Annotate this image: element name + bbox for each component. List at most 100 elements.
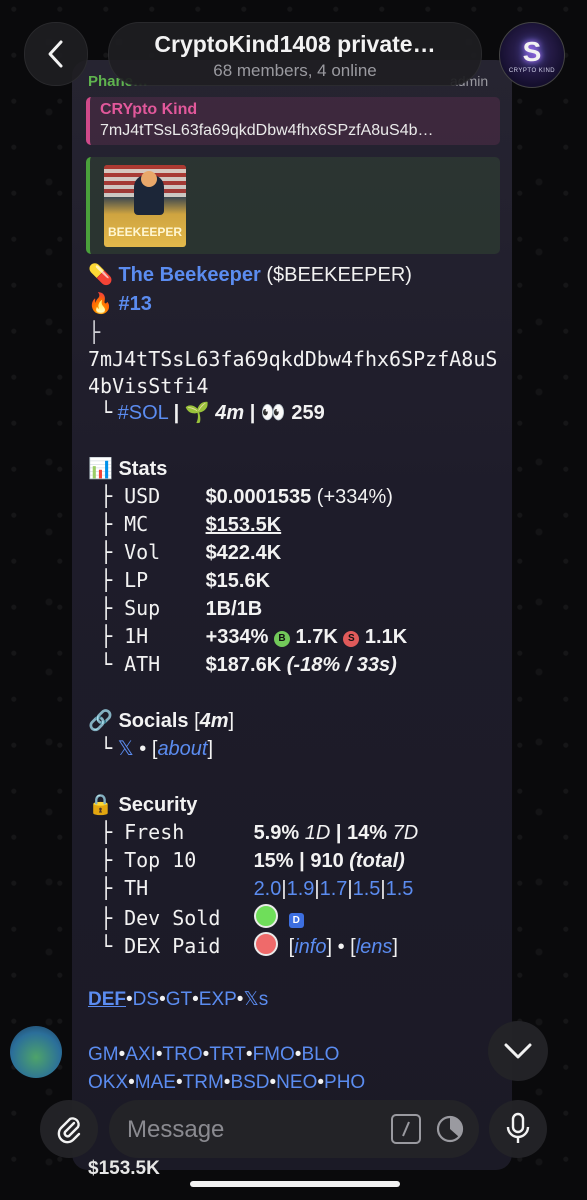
poster-head xyxy=(141,171,157,187)
token-title-line: 💊 The Beekeeper ($BEEKEEPER) xyxy=(88,262,412,287)
contract-address-line2[interactable]: 4bVisStfi4 xyxy=(88,374,208,398)
volume: $422.4K xyxy=(205,542,282,564)
rank-link[interactable]: #13 xyxy=(118,293,151,315)
link-blo[interactable]: BLO xyxy=(301,1044,339,1065)
command-icon[interactable] xyxy=(391,1114,421,1144)
socials-heading: 🔗 Socials [4m] xyxy=(88,710,235,732)
link-trm[interactable]: TRM xyxy=(183,1072,224,1093)
hour-change: +334% xyxy=(205,626,269,648)
chat-subtitle: 68 members, 4 online xyxy=(213,61,377,80)
link-def[interactable]: DEF xyxy=(88,989,126,1010)
top10-total: 910 xyxy=(310,850,344,872)
top10-row: ├ Top 10 15% | 910 (total) xyxy=(100,848,405,872)
th-link-4[interactable]: 1.5 xyxy=(353,878,381,900)
x-icon[interactable]: 𝕏 xyxy=(118,738,134,760)
fresh-7d: 14% xyxy=(347,822,388,844)
th-link-1[interactable]: 2.0 xyxy=(254,878,282,900)
eyes-icon: 👀 xyxy=(260,402,286,424)
microphone-button[interactable] xyxy=(489,1100,547,1158)
security-heading: 🔒 Security xyxy=(88,792,197,817)
back-button[interactable] xyxy=(24,22,88,86)
fresh-row: ├ Fresh 5.9% 1D | 14% 7D xyxy=(100,820,419,844)
info-link[interactable]: info xyxy=(294,936,326,958)
link-fmo[interactable]: FMO xyxy=(253,1044,295,1065)
security-title: Security xyxy=(118,794,198,816)
ath-value: $187.6K xyxy=(205,654,282,676)
poster-title: BEEKEEPER xyxy=(107,225,183,239)
link-preview[interactable]: BEEKEEPER xyxy=(86,157,500,254)
link-pho[interactable]: PHO xyxy=(324,1072,365,1093)
th-link-3[interactable]: 1.7 xyxy=(320,878,348,900)
next-message-preview: $153.5K xyxy=(88,1158,160,1179)
buys-count: 1.7K xyxy=(295,626,338,648)
vol-row: ├ Vol $422.4K xyxy=(100,540,282,564)
link-neo[interactable]: NEO xyxy=(276,1072,317,1093)
link-icon: 🔗 xyxy=(88,710,113,732)
links-row-1: DEF•DS•GT•EXP•𝕏s xyxy=(88,989,269,1010)
stats-title: Stats xyxy=(118,458,168,480)
reply-text: 7mJ4tTSsL63fa69qkdDbw4fhx6SPzfA8uS4b… xyxy=(100,122,434,139)
dev-sold-row: ├ Dev Sold D xyxy=(100,904,304,931)
link-trt[interactable]: TRT xyxy=(209,1044,246,1065)
about-link[interactable]: about xyxy=(157,738,207,760)
link-axi[interactable]: AXI xyxy=(125,1044,156,1065)
lock-icon: 🔒 xyxy=(88,794,113,816)
mc-row: ├ MC $153.5K xyxy=(100,512,282,536)
stats-heading: 📊 Stats xyxy=(88,456,167,481)
link-bsd[interactable]: BSD xyxy=(230,1072,269,1093)
group-avatar-logo: S xyxy=(522,36,542,67)
pill-icon: 💊 xyxy=(88,264,113,286)
token-image[interactable]: BEEKEEPER xyxy=(104,165,186,247)
th-link-2[interactable]: 1.9 xyxy=(287,878,315,900)
hour-row: ├ 1H +334% B 1.7K S 1.1K xyxy=(100,624,408,648)
link-okx[interactable]: OKX xyxy=(88,1072,128,1093)
chevron-left-icon xyxy=(48,40,63,68)
link-ds[interactable]: DS xyxy=(133,989,159,1010)
scroll-down-button[interactable] xyxy=(488,1021,548,1081)
supply: 1B/1B xyxy=(205,598,263,620)
group-avatar[interactable]: S CRYPTO KIND xyxy=(499,22,565,88)
group-avatar-caption: CRYPTO KIND xyxy=(508,68,556,74)
dex-paid-row: └ DEX Paid [info] • [lens] xyxy=(100,932,398,958)
sells-count: 1.1K xyxy=(364,626,408,648)
buys-icon: B xyxy=(273,631,290,647)
dev-badge-icon[interactable]: D xyxy=(288,913,304,928)
link-xs[interactable]: 𝕏s xyxy=(243,989,268,1010)
links-row-3: OKX•MAE•TRM•BSD•NEO•PHO xyxy=(88,1072,366,1093)
th-row: ├ TH 2.0|1.9|1.7|1.5|1.5 xyxy=(100,876,414,900)
token-name-link[interactable]: The Beekeeper xyxy=(118,264,260,286)
bar-chart-icon: 📊 xyxy=(88,458,113,480)
link-gt[interactable]: GT xyxy=(166,989,192,1010)
chevron-down-icon xyxy=(504,1043,532,1059)
link-gm[interactable]: GM xyxy=(88,1044,119,1065)
red-circle-icon xyxy=(253,932,278,956)
holders-count: 259 xyxy=(291,402,325,424)
th-link-5[interactable]: 1.5 xyxy=(386,878,414,900)
chat-header[interactable]: CryptoKind1408 private… 68 members, 4 on… xyxy=(108,22,482,86)
lp-row: ├ LP $15.6K xyxy=(100,568,271,592)
reply-quote[interactable]: CRYpto Kind 7mJ4tTSsL63fa69qkdDbw4fhx6SP… xyxy=(86,97,500,145)
lens-link[interactable]: lens xyxy=(356,936,393,958)
usd-change: (+334%) xyxy=(316,486,393,508)
link-tro[interactable]: TRO xyxy=(163,1044,203,1065)
chat-title: CryptoKind1408 private… xyxy=(154,31,436,57)
contract-address-line1[interactable]: 7mJ4tTSsL63fa69qkdDbw4fhx6SPzfA8uS xyxy=(88,347,497,371)
liquidity: $15.6K xyxy=(205,570,271,592)
sells-icon: S xyxy=(343,631,360,647)
link-exp[interactable]: EXP xyxy=(199,989,237,1010)
green-circle-icon xyxy=(253,904,278,928)
tree-branch: ├ xyxy=(88,320,101,344)
message-input[interactable]: Message xyxy=(109,1100,479,1158)
timer-icon[interactable] xyxy=(435,1114,465,1144)
reply-author: CRYpto Kind xyxy=(100,101,198,118)
supply-row: ├ Sup 1B/1B xyxy=(100,596,263,620)
token-age: 4m xyxy=(215,402,245,424)
chain-tag-link[interactable]: #SOL xyxy=(118,402,168,424)
attach-button[interactable] xyxy=(40,1100,98,1158)
sender-avatar[interactable] xyxy=(10,1026,62,1078)
chain-line: └ #SOL | 🌱 4m | 👀 259 xyxy=(100,400,325,424)
seedling-icon: 🌱 xyxy=(184,402,210,424)
top10-pct: 15% xyxy=(253,850,294,872)
ath-note: (-18% / 33s) xyxy=(286,654,397,676)
link-mae[interactable]: MAE xyxy=(135,1072,176,1093)
